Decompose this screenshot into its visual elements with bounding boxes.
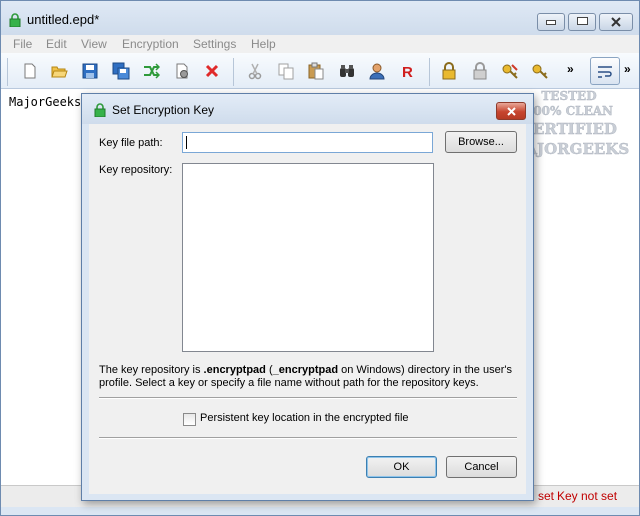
paste-icon[interactable] xyxy=(307,62,325,80)
toolbar-separator xyxy=(429,58,430,86)
maximize-button[interactable] xyxy=(568,13,596,31)
browse-button[interactable]: Browse... xyxy=(445,131,517,153)
new-file-icon[interactable] xyxy=(21,62,39,80)
key-repository-list[interactable] xyxy=(182,163,434,352)
word-wrap-button[interactable] xyxy=(590,57,620,85)
key-file-path-label: Key file path: xyxy=(99,137,163,149)
window-titlebar: untitled.epd* xyxy=(1,1,639,35)
menu-view[interactable]: View xyxy=(81,37,107,51)
key-status: Key not set xyxy=(557,489,618,503)
menu-file[interactable]: File xyxy=(13,37,32,51)
menu-bar: File Edit View Encryption Settings Help xyxy=(1,35,639,53)
open-folder-icon[interactable] xyxy=(50,62,68,80)
svg-text:R: R xyxy=(402,64,413,80)
divider xyxy=(99,397,517,398)
gray-lock-icon[interactable] xyxy=(471,62,489,80)
watermark-line1: TESTED xyxy=(541,89,596,103)
menu-edit[interactable]: Edit xyxy=(46,37,67,51)
cut-icon[interactable] xyxy=(246,62,264,80)
minimize-icon xyxy=(546,20,556,25)
window-title: untitled.epd* xyxy=(27,12,100,27)
settings-page-icon[interactable] xyxy=(173,62,191,80)
watermark-line3: CERTIFIED xyxy=(521,120,617,138)
close-icon xyxy=(611,17,621,27)
text-caret xyxy=(186,136,187,149)
key-icon[interactable] xyxy=(531,62,549,80)
save-icon[interactable] xyxy=(81,62,99,80)
ok-button[interactable]: OK xyxy=(366,456,437,478)
key-repository-label: Key repository: xyxy=(99,164,173,176)
set-encryption-key-dialog: Set Encryption Key Key file path: Browse… xyxy=(81,93,534,501)
app-lock-icon xyxy=(9,13,21,27)
repository-info-text: The key repository is .encryptpad (_encr… xyxy=(99,364,512,389)
persistent-key-checkbox[interactable] xyxy=(183,413,196,426)
save-as-icon[interactable] xyxy=(112,62,130,80)
r-icon[interactable]: R xyxy=(398,62,416,80)
minimize-button[interactable] xyxy=(537,13,565,31)
menu-encryption[interactable]: Encryption xyxy=(122,37,179,51)
close-icon xyxy=(507,107,516,116)
cancel-button[interactable]: Cancel xyxy=(446,456,517,478)
app-lock-icon xyxy=(94,103,106,117)
dialog-title: Set Encryption Key xyxy=(112,103,215,117)
toolbar-overflow-button[interactable]: » xyxy=(567,62,574,76)
binoculars-icon[interactable] xyxy=(338,62,356,80)
delete-x-icon[interactable] xyxy=(203,62,221,80)
toolbar-overflow-button-2[interactable]: » xyxy=(624,62,631,76)
dialog-titlebar: Set Encryption Key xyxy=(82,94,533,124)
key-edit-icon[interactable] xyxy=(501,62,519,80)
copy-icon[interactable] xyxy=(277,62,295,80)
editor-content: MajorGeeks xyxy=(9,95,82,109)
user-icon[interactable] xyxy=(368,62,386,80)
key-file-path-input[interactable] xyxy=(182,132,433,153)
watermark-line2: 100% CLEAN xyxy=(525,104,613,118)
close-button[interactable] xyxy=(599,13,633,31)
encrypt-shuffle-icon[interactable] xyxy=(142,62,160,80)
toolbar-separator xyxy=(7,58,8,86)
lock-icon[interactable] xyxy=(440,62,458,80)
word-wrap-icon xyxy=(598,66,612,78)
menu-settings[interactable]: Settings xyxy=(193,37,236,51)
persistent-key-label[interactable]: Persistent key location in the encrypted… xyxy=(200,412,409,424)
status-fragment: set xyxy=(538,489,555,503)
dialog-close-button[interactable] xyxy=(496,102,526,120)
maximize-icon xyxy=(576,17,588,25)
divider xyxy=(99,437,517,438)
menu-help[interactable]: Help xyxy=(251,37,276,51)
toolbar-separator xyxy=(233,58,234,86)
dialog-body: Key file path: Browse... Key repository:… xyxy=(89,124,526,494)
